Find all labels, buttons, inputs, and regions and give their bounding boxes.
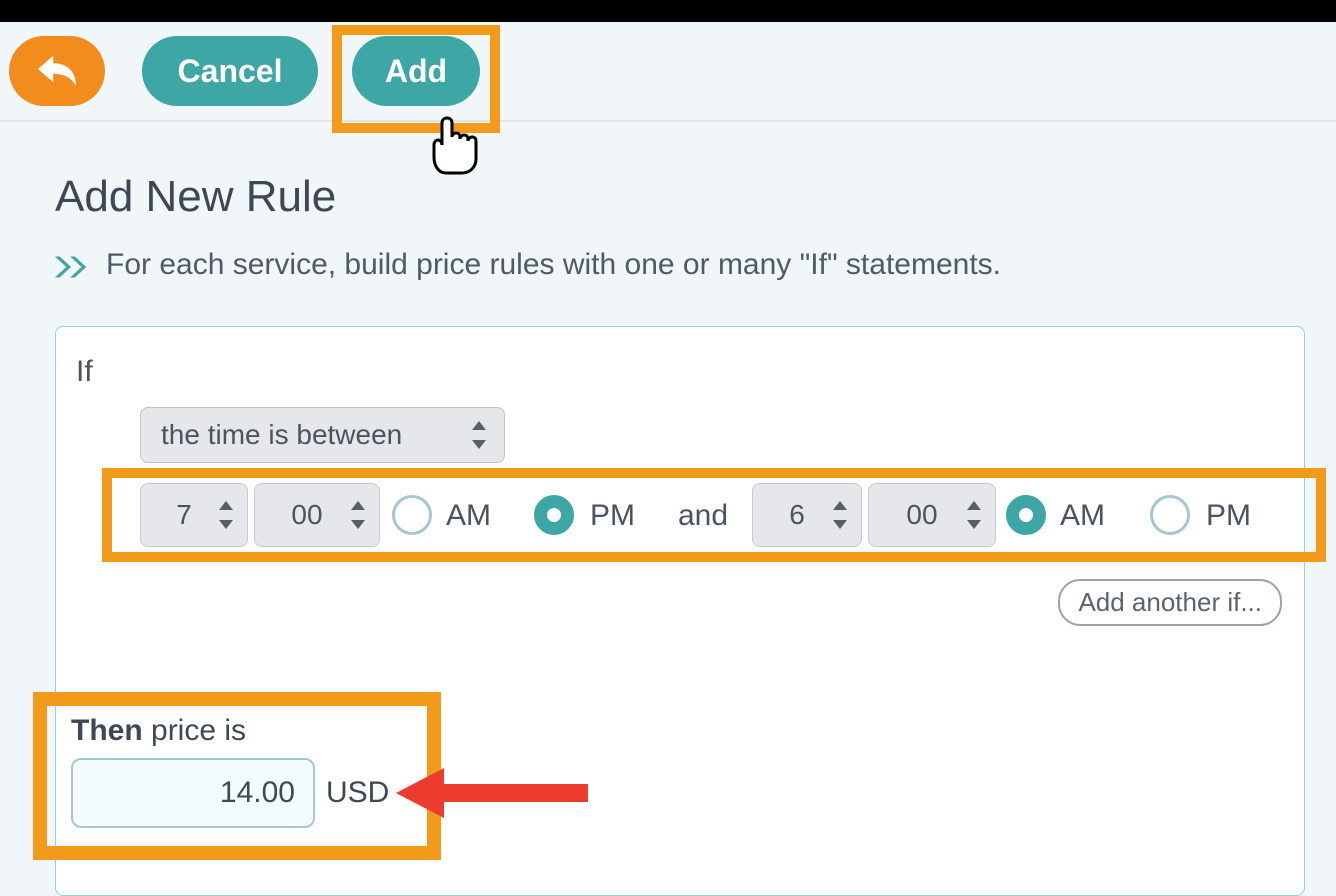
end-pm-radio[interactable] <box>1150 495 1190 535</box>
price-value: 14.00 <box>220 776 295 810</box>
then-label: Then price is <box>71 714 246 748</box>
stepper-arrows-icon <box>831 501 849 529</box>
end-minute-select[interactable]: 00 <box>868 483 996 547</box>
currency-label: USD <box>326 776 389 810</box>
window-top-bar <box>0 0 1336 22</box>
double-chevron-icon <box>53 254 91 285</box>
add-button[interactable]: Add <box>352 36 480 106</box>
page-title: Add New Rule <box>55 172 336 222</box>
add-another-if-button[interactable]: Add another if... <box>1058 579 1282 626</box>
stepper-arrows-icon <box>965 501 983 529</box>
if-label: If <box>76 355 93 389</box>
start-am-label: AM <box>446 499 491 533</box>
add-button-label: Add <box>385 53 447 90</box>
cancel-button[interactable]: Cancel <box>142 36 318 106</box>
undo-arrow-icon <box>34 50 80 93</box>
end-am-label: AM <box>1060 499 1105 533</box>
toolbar: Cancel Add <box>0 22 1336 122</box>
start-minute-select[interactable]: 00 <box>254 483 380 547</box>
back-button[interactable] <box>9 36 105 106</box>
add-another-if-label: Add another if... <box>1078 587 1262 617</box>
stepper-arrows-icon <box>470 421 488 449</box>
end-minute-value: 00 <box>892 499 971 531</box>
stepper-arrows-icon <box>349 501 367 529</box>
end-pm-label: PM <box>1206 499 1251 533</box>
end-hour-value: 6 <box>775 499 839 531</box>
end-am-radio[interactable] <box>1006 495 1046 535</box>
page-subtitle: For each service, build price rules with… <box>106 248 1001 282</box>
cursor-pointer-icon <box>424 115 480 180</box>
cancel-button-label: Cancel <box>178 53 283 90</box>
then-rest: price is <box>143 714 246 747</box>
then-prefix: Then <box>71 714 143 747</box>
start-hour-select[interactable]: 7 <box>140 483 248 547</box>
start-am-radio[interactable] <box>392 495 432 535</box>
end-hour-select[interactable]: 6 <box>752 483 862 547</box>
start-pm-label: PM <box>590 499 635 533</box>
price-input[interactable]: 14.00 <box>71 758 315 828</box>
start-pm-radio[interactable] <box>534 495 574 535</box>
start-minute-value: 00 <box>277 499 356 531</box>
condition-type-label: the time is between <box>161 419 402 451</box>
and-label: and <box>678 499 728 533</box>
stepper-arrows-icon <box>217 501 235 529</box>
condition-type-select[interactable]: the time is between <box>140 407 505 463</box>
